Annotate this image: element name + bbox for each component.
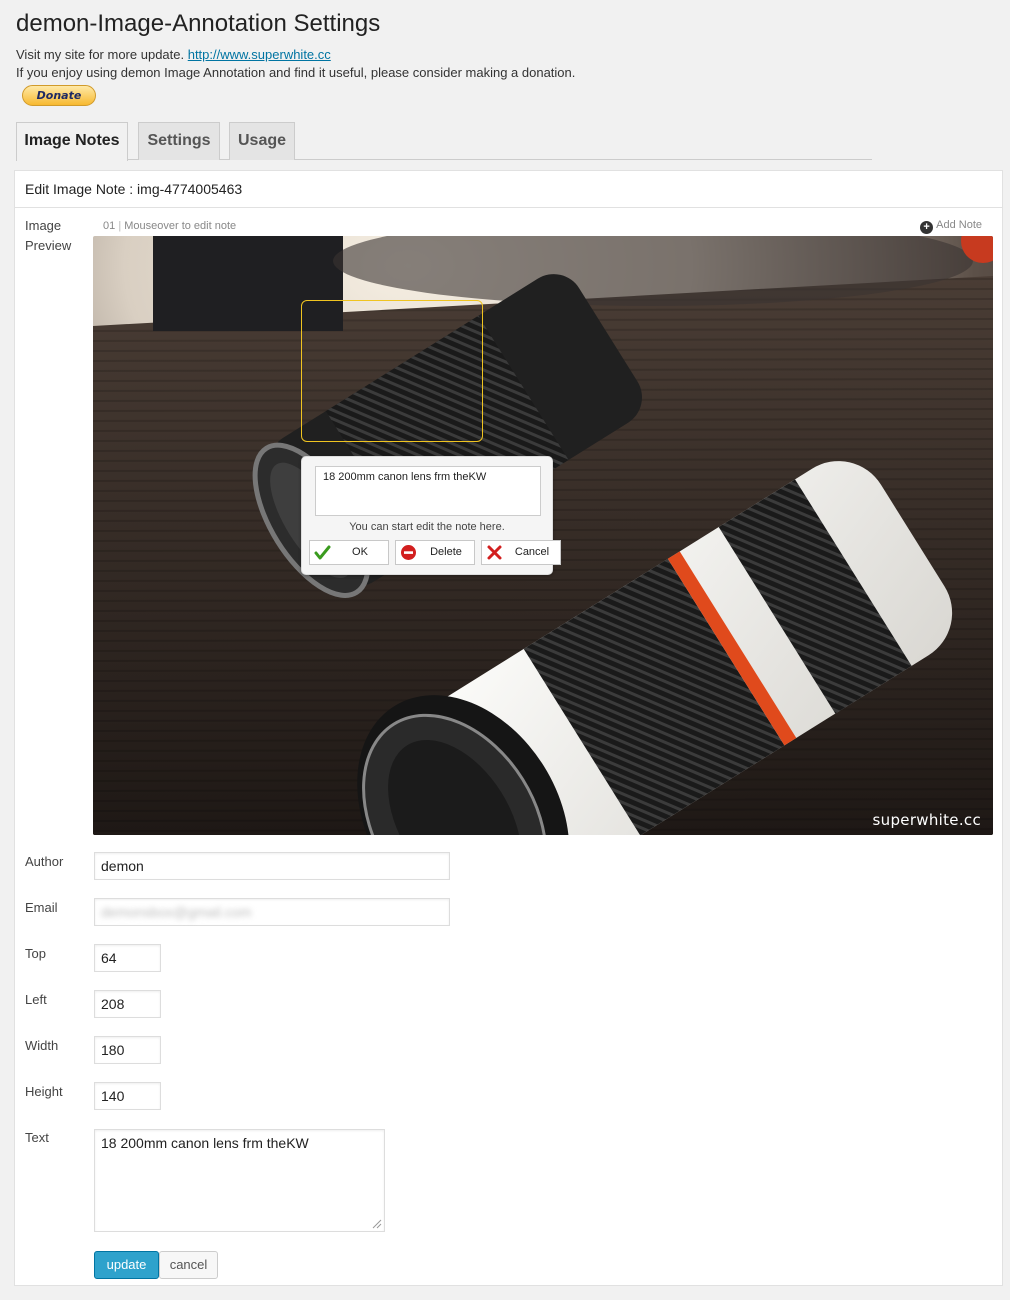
note-index: 01 [103,220,116,232]
note-delete-label: Delete [430,546,462,558]
donate-button[interactable]: Donate [22,85,96,106]
tab-settings[interactable]: Settings [138,122,220,160]
text-value: 18 200mm canon lens frm theKW [101,1135,309,1151]
note-delete-button[interactable]: Delete [395,540,475,565]
tab-bar: Image Notes Settings Usage [16,122,872,161]
note-ok-button[interactable]: OK [309,540,389,565]
note-edit-popup: 18 200mm canon lens frm theKW You can st… [301,456,561,575]
width-input[interactable]: 180 [94,1036,161,1064]
update-button[interactable]: update [94,1251,159,1279]
note-edit-hint: You can start edit the note here. [349,521,505,533]
intro-text: Visit my site for more update. http://ww… [16,46,575,82]
cancel-button[interactable]: cancel [159,1251,218,1279]
image-preview-label-line2: Preview [25,238,72,253]
email-input[interactable]: demonsbox@gmail.com [94,898,450,926]
left-label: Left [25,992,47,1007]
note-meta: 01 | Mouseover to edit note [103,220,236,232]
note-text-input[interactable]: 18 200mm canon lens frm theKW [315,466,541,516]
note-cancel-button[interactable]: Cancel [481,540,561,565]
checkmark-icon [314,545,331,560]
top-input[interactable]: 64 [94,944,161,972]
note-hint: Mouseover to edit note [124,220,237,232]
resize-handle-icon[interactable] [372,1219,382,1229]
watermark: superwhite.cc [872,811,981,829]
tab-image-notes[interactable]: Image Notes [16,122,128,161]
note-ok-label: OK [352,546,368,558]
width-label: Width [25,1038,59,1053]
minus-circle-icon [401,545,416,560]
note-cancel-label: Cancel [514,546,550,558]
left-input[interactable]: 208 [94,990,161,1018]
add-note-button[interactable]: + Add Note [920,219,982,234]
close-icon [487,545,502,560]
add-note-label: Add Note [936,219,982,231]
panel-header: Edit Image Note : img-4774005463 [15,171,1002,208]
top-label: Top [25,946,46,961]
edit-note-panel: Edit Image Note : img-4774005463 Image P… [14,170,1003,1286]
plus-icon: + [920,221,934,234]
email-value: demonsbox@gmail.com [101,904,252,920]
height-label: Height [25,1084,63,1099]
visit-text: Visit my site for more update. [16,47,188,62]
image-preview-label-line1: Image [25,218,62,233]
image-preview[interactable]: superwhite.cc 18 200mm canon lens frm th… [93,236,993,835]
text-label: Text [25,1130,49,1145]
annotation-box[interactable] [301,300,483,442]
author-input[interactable]: demon [94,852,450,880]
height-input[interactable]: 140 [94,1082,161,1110]
text-textarea[interactable]: 18 200mm canon lens frm theKW [94,1129,385,1232]
site-link[interactable]: http://www.superwhite.cc [188,47,331,62]
image-preview-label: Image Preview [25,216,71,256]
page-title: demon-Image-Annotation Settings [16,10,381,37]
tab-usage[interactable]: Usage [229,122,295,160]
email-label: Email [25,900,58,915]
author-label: Author [25,854,64,869]
donation-text: If you enjoy using demon Image Annotatio… [16,65,576,80]
